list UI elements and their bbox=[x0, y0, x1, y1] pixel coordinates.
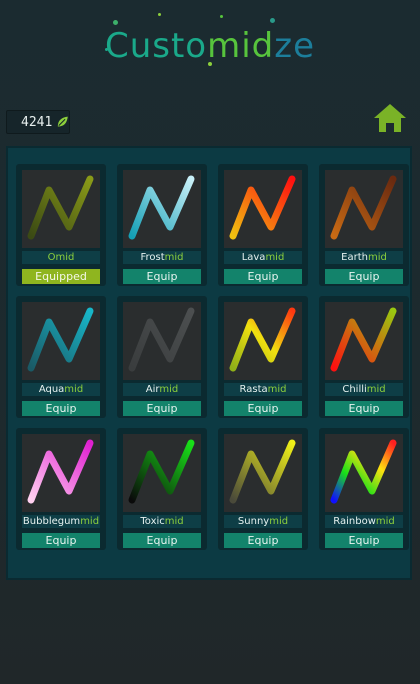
skin-preview[interactable] bbox=[123, 302, 201, 380]
equip-button[interactable]: Equip bbox=[22, 533, 100, 548]
skin-preview[interactable] bbox=[325, 434, 403, 512]
skin-name: Toxicmid bbox=[123, 515, 201, 528]
skin-line-icon bbox=[229, 307, 296, 372]
skin-name-suffix: mid bbox=[269, 516, 289, 527]
skin-line-icon bbox=[330, 307, 397, 372]
skin-card: Toxicmid Equip bbox=[117, 428, 207, 550]
skin-preview[interactable] bbox=[325, 170, 403, 248]
skin-name-suffix: Omid bbox=[47, 252, 75, 263]
skin-name: Earthmid bbox=[325, 251, 403, 264]
skin-name: Bubblegummid bbox=[22, 515, 100, 528]
equip-button[interactable]: Equip bbox=[325, 533, 403, 548]
title-part-2: mid bbox=[207, 26, 275, 66]
decor-dot bbox=[158, 13, 161, 16]
skin-name: Lavamid bbox=[224, 251, 302, 264]
equip-button[interactable]: Equip bbox=[224, 533, 302, 548]
skin-line-icon bbox=[128, 175, 195, 240]
skin-line-icon bbox=[330, 175, 397, 240]
skin-line-icon bbox=[229, 439, 296, 504]
skin-panel: Omid Equipped Frostmid Equip Lavamid Equip Ear… bbox=[6, 146, 412, 580]
skin-name: Rainbowmid bbox=[325, 515, 403, 528]
skin-name: Aquamid bbox=[22, 383, 100, 396]
title-part-1: Custo bbox=[104, 26, 208, 66]
equip-button[interactable]: Equip bbox=[123, 401, 201, 416]
skin-name-suffix: mid bbox=[164, 516, 184, 527]
skin-name-suffix: mid bbox=[80, 516, 100, 527]
skin-line-icon bbox=[229, 175, 296, 240]
skin-name-suffix: mid bbox=[375, 516, 395, 527]
equip-button[interactable]: Equip bbox=[22, 401, 100, 416]
skin-name-suffix: mid bbox=[265, 252, 285, 263]
decor-dot bbox=[113, 20, 118, 25]
skin-preview[interactable] bbox=[325, 302, 403, 380]
skin-name-prefix: Aqua bbox=[38, 384, 65, 395]
skin-name-prefix: Rasta bbox=[239, 384, 268, 395]
skin-name-prefix: Toxic bbox=[140, 516, 165, 527]
currency-amount: 4241 bbox=[21, 114, 53, 130]
skin-preview[interactable] bbox=[22, 302, 100, 380]
skin-line-icon bbox=[27, 439, 94, 504]
skin-name-suffix: mid bbox=[64, 384, 84, 395]
equip-button[interactable]: Equip bbox=[123, 533, 201, 548]
title-part-3: ze bbox=[274, 26, 316, 66]
skin-preview[interactable] bbox=[224, 434, 302, 512]
title: Customidze bbox=[0, 26, 420, 66]
skin-card: Rainbowmid Equip bbox=[319, 428, 409, 550]
leaf-icon bbox=[58, 116, 69, 127]
skin-preview[interactable] bbox=[22, 170, 100, 248]
decor-dot bbox=[220, 15, 223, 18]
equipped-button[interactable]: Equipped bbox=[22, 269, 100, 284]
decor-dot bbox=[208, 62, 212, 66]
currency-display: 4241 bbox=[6, 110, 70, 134]
skin-preview[interactable] bbox=[22, 434, 100, 512]
skin-card: Frostmid Equip bbox=[117, 164, 207, 286]
skin-name-suffix: mid bbox=[367, 252, 387, 263]
skin-preview[interactable] bbox=[224, 170, 302, 248]
skin-card: Aquamid Equip bbox=[16, 296, 106, 418]
skin-card: Lavamid Equip bbox=[218, 164, 308, 286]
skin-line-icon bbox=[128, 307, 195, 372]
skin-name-prefix: Sunny bbox=[237, 516, 270, 527]
skin-line-icon bbox=[330, 439, 397, 504]
skin-name: Omid bbox=[22, 251, 100, 264]
skin-name-prefix: Frost bbox=[140, 252, 165, 263]
skin-name-prefix: Bubblegum bbox=[22, 516, 81, 527]
skin-name: Frostmid bbox=[123, 251, 201, 264]
skin-name: Chillimid bbox=[325, 383, 403, 396]
decor-dot bbox=[270, 18, 275, 23]
skin-line-icon bbox=[27, 307, 94, 372]
equip-button[interactable]: Equip bbox=[325, 269, 403, 284]
skin-card: Rastamid Equip bbox=[218, 296, 308, 418]
equip-button[interactable]: Equip bbox=[325, 401, 403, 416]
skin-card: Bubblegummid Equip bbox=[16, 428, 106, 550]
skin-card: Sunnymid Equip bbox=[218, 428, 308, 550]
skin-card: Airmid Equip bbox=[117, 296, 207, 418]
skin-preview[interactable] bbox=[123, 170, 201, 248]
decor-dot bbox=[105, 48, 108, 51]
skin-name: Sunnymid bbox=[224, 515, 302, 528]
skin-card: Chillimid Equip bbox=[319, 296, 409, 418]
skin-card: Earthmid Equip bbox=[319, 164, 409, 286]
skin-preview[interactable] bbox=[123, 434, 201, 512]
skin-preview[interactable] bbox=[224, 302, 302, 380]
skin-card: Omid Equipped bbox=[16, 164, 106, 286]
skin-name-prefix: Air bbox=[145, 384, 160, 395]
skin-name-prefix: Chilli bbox=[342, 384, 367, 395]
skin-name-prefix: Rainbow bbox=[333, 516, 376, 527]
skin-line-icon bbox=[128, 439, 195, 504]
equip-button[interactable]: Equip bbox=[224, 401, 302, 416]
home-icon bbox=[374, 104, 406, 132]
skin-name: Rastamid bbox=[224, 383, 302, 396]
skin-name: Airmid bbox=[123, 383, 201, 396]
home-button[interactable] bbox=[373, 103, 407, 133]
equip-button[interactable]: Equip bbox=[123, 269, 201, 284]
skin-name-suffix: mid bbox=[366, 384, 386, 395]
skin-name-prefix: Lava bbox=[241, 252, 266, 263]
skin-name-suffix: mid bbox=[267, 384, 287, 395]
skin-name-prefix: Earth bbox=[341, 252, 368, 263]
skin-name-suffix: mid bbox=[164, 252, 184, 263]
skin-line-icon bbox=[27, 175, 94, 240]
skin-name-suffix: mid bbox=[159, 384, 179, 395]
equip-button[interactable]: Equip bbox=[224, 269, 302, 284]
